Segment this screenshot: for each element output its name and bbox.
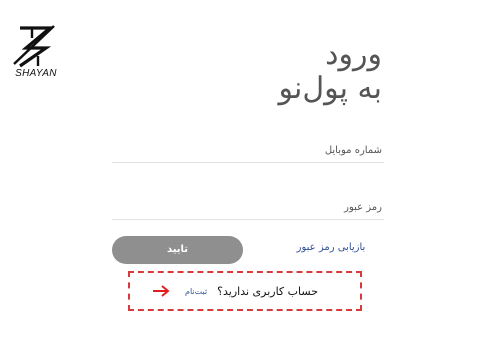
logo-mark-icon bbox=[13, 25, 55, 68]
page-title-line-2: به پول‌نو bbox=[278, 71, 382, 106]
mobile-field bbox=[112, 138, 384, 163]
forgot-password-link[interactable]: بازیابی رمز عبور bbox=[286, 242, 376, 253]
mobile-input[interactable] bbox=[112, 138, 384, 162]
app-logo: SHAYAN bbox=[10, 24, 62, 84]
password-input[interactable] bbox=[112, 195, 384, 219]
arrow-right-icon bbox=[152, 284, 170, 298]
signup-prompt-box: حساب کاربری ندارید؟ ثبت‌نام bbox=[128, 271, 362, 311]
password-field bbox=[112, 195, 384, 220]
logo-text: SHAYAN bbox=[15, 68, 57, 79]
submit-button[interactable]: تایید bbox=[112, 236, 243, 264]
page-title-line-1: ورود bbox=[325, 37, 382, 72]
page-title: ورود به پول‌نو bbox=[279, 38, 382, 106]
signup-question: حساب کاربری ندارید؟ bbox=[217, 285, 318, 298]
signup-link[interactable]: ثبت‌نام bbox=[185, 287, 207, 296]
